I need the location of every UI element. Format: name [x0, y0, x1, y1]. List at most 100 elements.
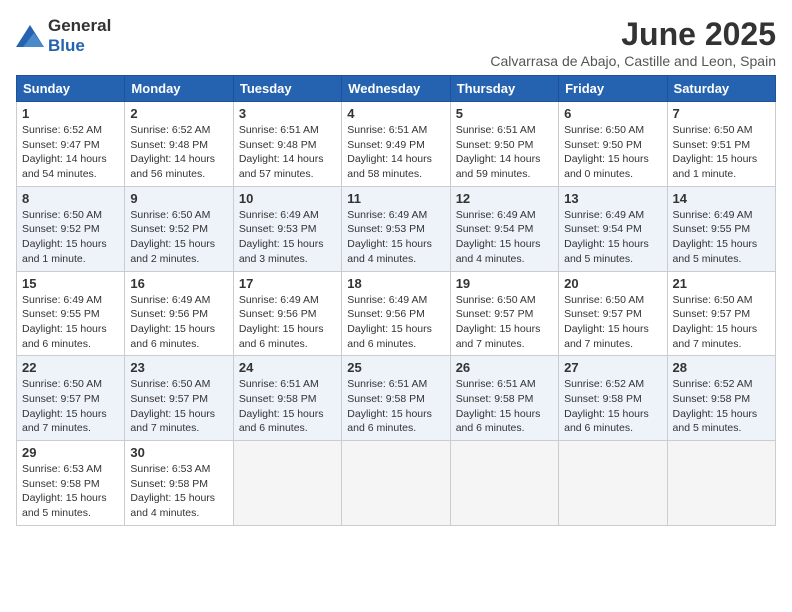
day-info: Sunrise: 6:51 AM Sunset: 9:58 PM Dayligh… [347, 377, 444, 436]
day-info: Sunrise: 6:50 AM Sunset: 9:51 PM Dayligh… [673, 123, 770, 182]
day-number: 16 [130, 276, 227, 291]
header-cell-tuesday: Tuesday [233, 76, 341, 102]
day-number: 12 [456, 191, 553, 206]
day-info: Sunrise: 6:50 AM Sunset: 9:57 PM Dayligh… [456, 293, 553, 352]
day-cell [233, 441, 341, 526]
day-info: Sunrise: 6:51 AM Sunset: 9:58 PM Dayligh… [456, 377, 553, 436]
day-number: 21 [673, 276, 770, 291]
day-number: 18 [347, 276, 444, 291]
week-row-5: 29 Sunrise: 6:53 AM Sunset: 9:58 PM Dayli… [17, 441, 776, 526]
day-cell: 20 Sunrise: 6:50 AM Sunset: 9:57 PM Dayli… [559, 271, 667, 356]
day-cell [450, 441, 558, 526]
day-number: 15 [22, 276, 119, 291]
day-cell: 18Sunrise: 6:49 AM Sunset: 9:56 PM Dayli… [342, 271, 450, 356]
day-cell: 28Sunrise: 6:52 AM Sunset: 9:58 PM Dayli… [667, 356, 775, 441]
day-info: Sunrise: 6:49 AM Sunset: 9:54 PM Dayligh… [456, 208, 553, 267]
day-number: 24 [239, 360, 336, 375]
day-number: 6 [564, 106, 661, 121]
day-info: Sunrise: 6:51 AM Sunset: 9:48 PM Dayligh… [239, 123, 336, 182]
day-cell: 1 Sunrise: 6:52 AM Sunset: 9:47 PM Daylig… [17, 102, 125, 187]
day-info: Sunrise: 6:52 AM Sunset: 9:58 PM Dayligh… [564, 377, 661, 436]
day-info: Sunrise: 6:50 AM Sunset: 9:57 PM Dayligh… [130, 377, 227, 436]
header-cell-thursday: Thursday [450, 76, 558, 102]
day-number: 2 [130, 106, 227, 121]
day-number: 13 [564, 191, 661, 206]
day-number: 10 [239, 191, 336, 206]
day-cell: 29 Sunrise: 6:53 AM Sunset: 9:58 PM Dayli… [17, 441, 125, 526]
day-number: 17 [239, 276, 336, 291]
day-cell: 27 Sunrise: 6:52 AM Sunset: 9:58 PM Dayli… [559, 356, 667, 441]
day-number: 1 [22, 106, 119, 121]
day-cell: 6 Sunrise: 6:50 AM Sunset: 9:50 PM Daylig… [559, 102, 667, 187]
logo-blue: Blue [48, 36, 85, 55]
day-number: 4 [347, 106, 444, 121]
day-cell: 11 Sunrise: 6:49 AM Sunset: 9:53 PM Dayli… [342, 186, 450, 271]
day-info: Sunrise: 6:51 AM Sunset: 9:58 PM Dayligh… [239, 377, 336, 436]
day-cell: 4 Sunrise: 6:51 AM Sunset: 9:49 PM Daylig… [342, 102, 450, 187]
day-cell: 15 Sunrise: 6:49 AM Sunset: 9:55 PM Dayli… [17, 271, 125, 356]
day-cell: 5 Sunrise: 6:51 AM Sunset: 9:50 PM Daylig… [450, 102, 558, 187]
day-number: 11 [347, 191, 444, 206]
day-info: Sunrise: 6:51 AM Sunset: 9:49 PM Dayligh… [347, 123, 444, 182]
logo: General Blue [16, 16, 111, 56]
day-cell: 12 Sunrise: 6:49 AM Sunset: 9:54 PM Dayli… [450, 186, 558, 271]
day-number: 3 [239, 106, 336, 121]
day-info: Sunrise: 6:53 AM Sunset: 9:58 PM Dayligh… [130, 462, 227, 521]
day-cell [667, 441, 775, 526]
week-row-2: 8Sunrise: 6:50 AM Sunset: 9:52 PM Daylig… [17, 186, 776, 271]
day-info: Sunrise: 6:49 AM Sunset: 9:55 PM Dayligh… [673, 208, 770, 267]
day-info: Sunrise: 6:49 AM Sunset: 9:53 PM Dayligh… [239, 208, 336, 267]
day-info: Sunrise: 6:52 AM Sunset: 9:58 PM Dayligh… [673, 377, 770, 436]
day-cell [342, 441, 450, 526]
day-cell: 16 Sunrise: 6:49 AM Sunset: 9:56 PM Dayli… [125, 271, 233, 356]
subtitle: Calvarrasa de Abajo, Castille and Leon, … [490, 53, 776, 69]
day-cell: 3 Sunrise: 6:51 AM Sunset: 9:48 PM Daylig… [233, 102, 341, 187]
day-number: 5 [456, 106, 553, 121]
day-cell [559, 441, 667, 526]
week-row-4: 22Sunrise: 6:50 AM Sunset: 9:57 PM Dayli… [17, 356, 776, 441]
day-cell: 24 Sunrise: 6:51 AM Sunset: 9:58 PM Dayli… [233, 356, 341, 441]
day-info: Sunrise: 6:49 AM Sunset: 9:55 PM Dayligh… [22, 293, 119, 352]
week-row-3: 15 Sunrise: 6:49 AM Sunset: 9:55 PM Dayli… [17, 271, 776, 356]
day-info: Sunrise: 6:50 AM Sunset: 9:57 PM Dayligh… [564, 293, 661, 352]
calendar: SundayMondayTuesdayWednesdayThursdayFrid… [16, 75, 776, 526]
day-info: Sunrise: 6:50 AM Sunset: 9:50 PM Dayligh… [564, 123, 661, 182]
day-info: Sunrise: 6:49 AM Sunset: 9:56 PM Dayligh… [239, 293, 336, 352]
day-number: 23 [130, 360, 227, 375]
header-row: SundayMondayTuesdayWednesdayThursdayFrid… [17, 76, 776, 102]
header-cell-friday: Friday [559, 76, 667, 102]
day-cell: 13Sunrise: 6:49 AM Sunset: 9:54 PM Dayli… [559, 186, 667, 271]
day-info: Sunrise: 6:52 AM Sunset: 9:48 PM Dayligh… [130, 123, 227, 182]
day-number: 19 [456, 276, 553, 291]
day-cell: 19 Sunrise: 6:50 AM Sunset: 9:57 PM Dayli… [450, 271, 558, 356]
day-number: 27 [564, 360, 661, 375]
header-cell-saturday: Saturday [667, 76, 775, 102]
day-cell: 9Sunrise: 6:50 AM Sunset: 9:52 PM Daylig… [125, 186, 233, 271]
day-number: 30 [130, 445, 227, 460]
week-row-1: 1 Sunrise: 6:52 AM Sunset: 9:47 PM Daylig… [17, 102, 776, 187]
header-cell-wednesday: Wednesday [342, 76, 450, 102]
day-cell: 8Sunrise: 6:50 AM Sunset: 9:52 PM Daylig… [17, 186, 125, 271]
day-number: 9 [130, 191, 227, 206]
day-info: Sunrise: 6:49 AM Sunset: 9:53 PM Dayligh… [347, 208, 444, 267]
day-cell: 23 Sunrise: 6:50 AM Sunset: 9:57 PM Dayli… [125, 356, 233, 441]
day-info: Sunrise: 6:49 AM Sunset: 9:56 PM Dayligh… [130, 293, 227, 352]
day-info: Sunrise: 6:50 AM Sunset: 9:57 PM Dayligh… [673, 293, 770, 352]
header: General Blue June 2025 Calvarrasa de Aba… [16, 16, 776, 69]
month-title: June 2025 [490, 16, 776, 53]
day-cell: 25 Sunrise: 6:51 AM Sunset: 9:58 PM Dayli… [342, 356, 450, 441]
day-number: 29 [22, 445, 119, 460]
day-cell: 2 Sunrise: 6:52 AM Sunset: 9:48 PM Daylig… [125, 102, 233, 187]
day-info: Sunrise: 6:50 AM Sunset: 9:57 PM Dayligh… [22, 377, 119, 436]
day-number: 20 [564, 276, 661, 291]
day-info: Sunrise: 6:53 AM Sunset: 9:58 PM Dayligh… [22, 462, 119, 521]
day-number: 7 [673, 106, 770, 121]
day-info: Sunrise: 6:51 AM Sunset: 9:50 PM Dayligh… [456, 123, 553, 182]
day-info: Sunrise: 6:50 AM Sunset: 9:52 PM Dayligh… [22, 208, 119, 267]
header-cell-sunday: Sunday [17, 76, 125, 102]
day-cell: 7 Sunrise: 6:50 AM Sunset: 9:51 PM Daylig… [667, 102, 775, 187]
day-cell: 30 Sunrise: 6:53 AM Sunset: 9:58 PM Dayli… [125, 441, 233, 526]
day-number: 14 [673, 191, 770, 206]
day-info: Sunrise: 6:52 AM Sunset: 9:47 PM Dayligh… [22, 123, 119, 182]
day-number: 25 [347, 360, 444, 375]
